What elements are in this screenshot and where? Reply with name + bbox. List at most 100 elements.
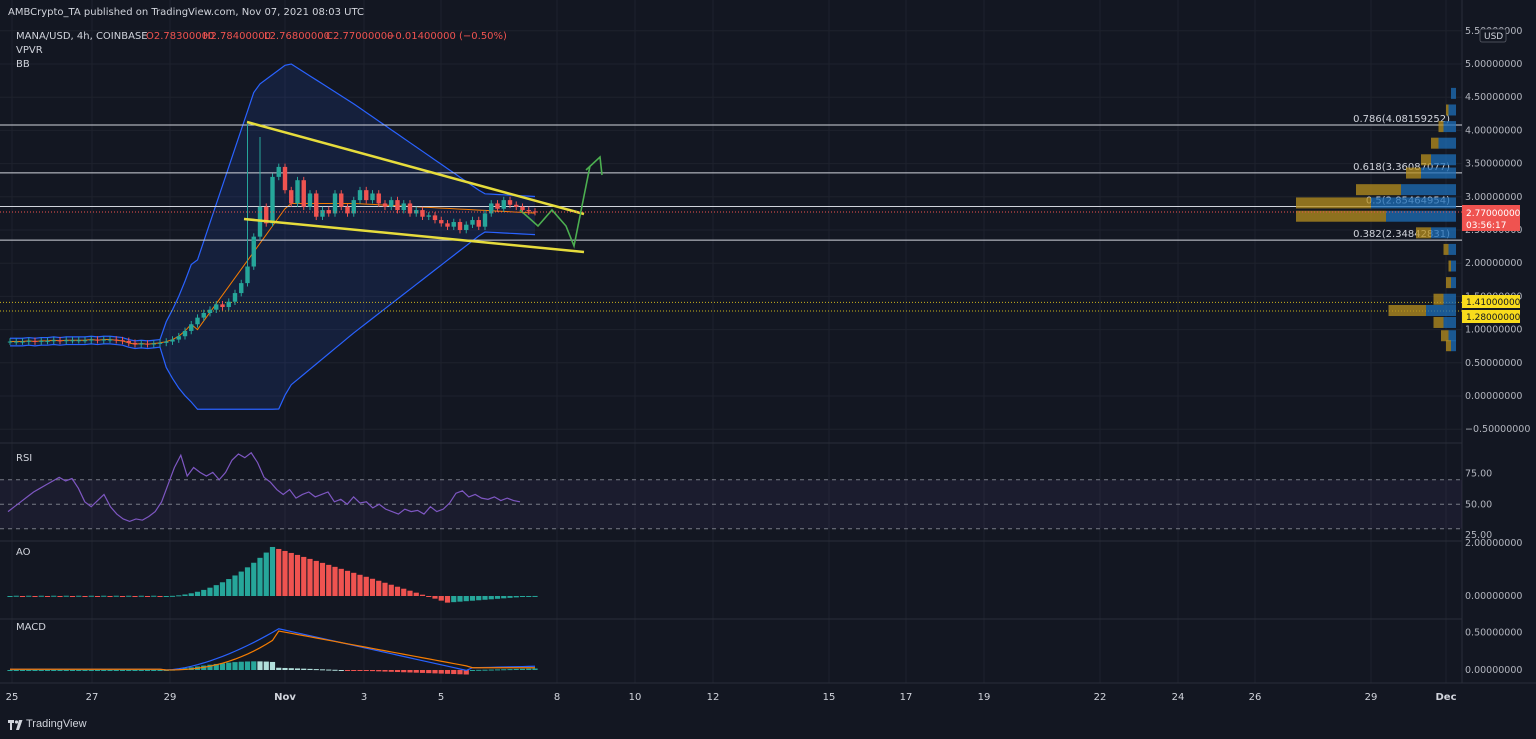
vp-bar-down bbox=[1441, 330, 1449, 342]
candle-body bbox=[320, 210, 325, 217]
price-tick-label: 1.00000000 bbox=[1465, 325, 1522, 336]
macd-histogram-bar bbox=[32, 670, 38, 671]
macd-histogram-bar bbox=[113, 670, 119, 671]
chart-canvas[interactable]: 0.786(4.08159252)0.618(3.36087077)0.5(2.… bbox=[0, 0, 1536, 739]
candle-body bbox=[51, 340, 56, 342]
ao-bar bbox=[401, 588, 407, 596]
candle-body bbox=[470, 220, 475, 225]
candle-body bbox=[89, 339, 94, 341]
vp-bar-up bbox=[1443, 293, 1456, 305]
candle-body bbox=[20, 341, 25, 343]
candle-body bbox=[457, 222, 463, 230]
ao-bar bbox=[44, 596, 51, 597]
candle-body bbox=[226, 301, 231, 308]
ao-bar bbox=[132, 596, 138, 597]
candle-body bbox=[332, 193, 338, 214]
vp-bar-up bbox=[1371, 197, 1456, 209]
candle-body bbox=[282, 166, 288, 191]
vp-bar-up bbox=[1451, 260, 1456, 272]
candle-body bbox=[307, 193, 313, 207]
ao-bar bbox=[394, 586, 401, 596]
indicator-bb[interactable]: BB bbox=[16, 59, 30, 70]
macd-histogram-bar bbox=[151, 670, 157, 671]
macd-histogram-bar bbox=[238, 661, 244, 670]
ao-bar bbox=[219, 582, 226, 596]
candle-body bbox=[526, 210, 531, 212]
macd-histogram-bar bbox=[507, 669, 513, 671]
candle-body bbox=[251, 236, 256, 267]
candle-body bbox=[395, 200, 400, 211]
time-tick-label: 3 bbox=[361, 692, 367, 703]
macd-histogram-bar bbox=[388, 670, 394, 672]
ao-bar bbox=[138, 595, 144, 597]
ao-bar bbox=[176, 595, 182, 597]
ao-bar bbox=[494, 596, 501, 599]
macd-histogram-bar bbox=[263, 661, 269, 670]
macd-histogram-bar bbox=[144, 670, 151, 671]
candle-body bbox=[239, 283, 244, 294]
ao-bar bbox=[338, 568, 344, 596]
macd-histogram-bar bbox=[413, 670, 419, 673]
macd-histogram-bar bbox=[469, 670, 476, 671]
ao-bar bbox=[526, 596, 532, 597]
macd-histogram-bar bbox=[476, 669, 482, 671]
candle-body bbox=[370, 193, 375, 201]
candle-body bbox=[14, 341, 19, 343]
macd-tick-label: 0.00000000 bbox=[1465, 665, 1522, 676]
macd-histogram-bar bbox=[419, 670, 426, 673]
ao-bar bbox=[207, 587, 213, 596]
macd-histogram-bar bbox=[357, 670, 363, 671]
price-tick-label: 4.00000000 bbox=[1465, 125, 1522, 136]
ao-bar bbox=[244, 567, 251, 596]
candle-body bbox=[120, 340, 125, 342]
macd-histogram-bar bbox=[407, 670, 413, 673]
ao-bar bbox=[257, 557, 263, 596]
time-tick-label: 19 bbox=[978, 692, 991, 703]
macd-histogram-bar bbox=[351, 670, 357, 671]
vp-bar-down bbox=[1421, 154, 1431, 166]
macd-histogram-bar bbox=[526, 668, 532, 670]
macd-histogram-bar bbox=[444, 670, 451, 674]
rsi-title[interactable]: RSI bbox=[16, 453, 32, 464]
ao-bar bbox=[432, 596, 438, 599]
time-tick-label: Nov bbox=[274, 692, 296, 703]
ao-bar bbox=[7, 596, 13, 597]
ao-bar bbox=[144, 596, 151, 597]
macd-histogram-bar bbox=[51, 670, 57, 671]
macd-histogram-bar bbox=[426, 670, 432, 674]
ao-bar bbox=[488, 596, 494, 600]
published-line: AMBCrypto_TA published on TradingView.co… bbox=[8, 7, 364, 18]
ao-bar bbox=[188, 593, 194, 596]
price-tag-2-value: 1.28000000 bbox=[1466, 313, 1521, 323]
ao-bar bbox=[332, 566, 338, 596]
tradingview-brand[interactable]: TradingView bbox=[8, 718, 87, 730]
ao-bar bbox=[407, 590, 413, 596]
ao-bar bbox=[113, 595, 119, 597]
macd-title[interactable]: MACD bbox=[16, 622, 46, 633]
ao-bar bbox=[32, 596, 38, 597]
ao-bar bbox=[351, 572, 357, 596]
ao-bar bbox=[451, 596, 457, 603]
candle-body bbox=[439, 220, 444, 224]
macd-histogram-bar bbox=[38, 670, 44, 671]
macd-histogram-bar bbox=[276, 667, 282, 670]
candle-body bbox=[26, 340, 31, 342]
vp-bar-down bbox=[1446, 277, 1451, 289]
ao-bar bbox=[82, 596, 88, 597]
rsi-tick-label: 50.00 bbox=[1465, 499, 1492, 510]
time-tick-label: 15 bbox=[823, 692, 836, 703]
time-tick-label: 10 bbox=[629, 692, 642, 703]
ao-title[interactable]: AO bbox=[16, 547, 31, 558]
ao-bar bbox=[182, 594, 188, 596]
time-tick-label: 29 bbox=[1365, 692, 1378, 703]
vp-bar-down bbox=[1433, 293, 1444, 305]
macd-histogram-bar bbox=[132, 670, 138, 671]
price-tick-label: 3.50000000 bbox=[1465, 159, 1522, 170]
vp-bar-down bbox=[1406, 167, 1421, 179]
candle-body bbox=[220, 304, 225, 308]
candle-body bbox=[464, 224, 469, 230]
ohlc-high: H2.78400000 bbox=[203, 31, 271, 42]
indicator-vpvr[interactable]: VPVR bbox=[16, 45, 43, 56]
candle-body bbox=[451, 222, 456, 227]
macd-histogram-bar bbox=[363, 670, 369, 671]
